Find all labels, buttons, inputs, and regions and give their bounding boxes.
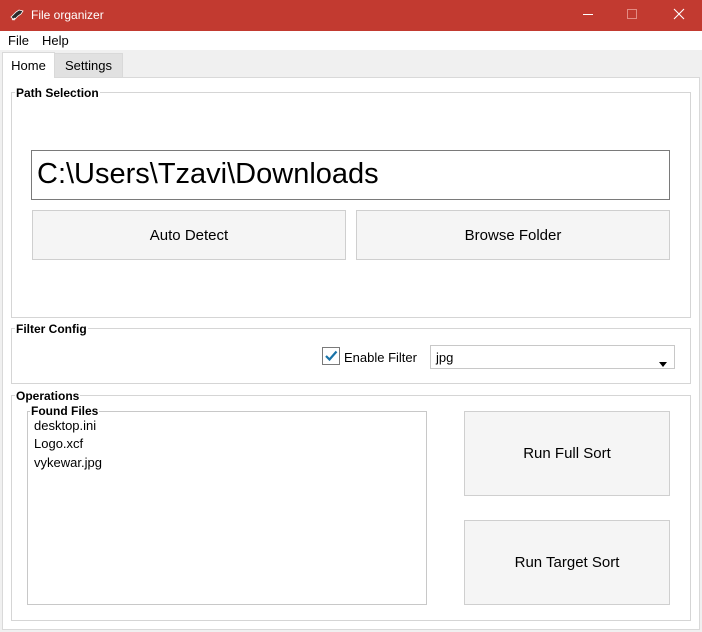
window-title: File organizer bbox=[31, 8, 104, 22]
operations-title: Operations bbox=[15, 389, 81, 403]
filter-config-title: Filter Config bbox=[15, 322, 88, 336]
run-target-sort-button[interactable]: Run Target Sort bbox=[464, 520, 670, 605]
path-input[interactable]: C:\Users\Tzavi\Downloads bbox=[31, 150, 670, 200]
menu-help[interactable]: Help bbox=[42, 33, 69, 48]
file-type-select[interactable]: jpg bbox=[430, 345, 675, 369]
enable-filter-checkbox[interactable] bbox=[322, 347, 340, 365]
run-full-sort-button[interactable]: Run Full Sort bbox=[464, 411, 670, 496]
tab-settings[interactable]: Settings bbox=[55, 53, 123, 77]
maximize-icon bbox=[626, 8, 638, 23]
found-files-title: Found Files bbox=[30, 404, 100, 418]
maximize-button[interactable] bbox=[609, 0, 655, 31]
enable-filter-label[interactable]: Enable Filter bbox=[344, 350, 417, 365]
tab-home[interactable]: Home bbox=[2, 52, 55, 78]
minimize-icon bbox=[582, 8, 594, 23]
title-bar: File organizer bbox=[0, 0, 702, 31]
menu-file[interactable]: File bbox=[8, 33, 29, 48]
found-files-list[interactable]: desktop.ini Logo.xcf vykewar.jpg bbox=[27, 411, 427, 605]
dropdown-arrow-icon bbox=[659, 355, 667, 370]
app-logo-icon bbox=[9, 8, 25, 24]
close-button[interactable] bbox=[656, 0, 702, 31]
menu-bar: File Help bbox=[0, 31, 702, 50]
list-item[interactable]: Logo.xcf bbox=[34, 436, 83, 451]
path-selection-group bbox=[11, 92, 691, 318]
list-item[interactable]: vykewar.jpg bbox=[34, 455, 102, 470]
file-type-value: jpg bbox=[436, 350, 454, 365]
auto-detect-button[interactable]: Auto Detect bbox=[32, 210, 346, 260]
path-selection-title: Path Selection bbox=[15, 86, 100, 100]
browse-folder-button[interactable]: Browse Folder bbox=[356, 210, 670, 260]
close-icon bbox=[673, 8, 685, 23]
list-item[interactable]: desktop.ini bbox=[34, 418, 96, 433]
minimize-button[interactable] bbox=[565, 0, 611, 31]
